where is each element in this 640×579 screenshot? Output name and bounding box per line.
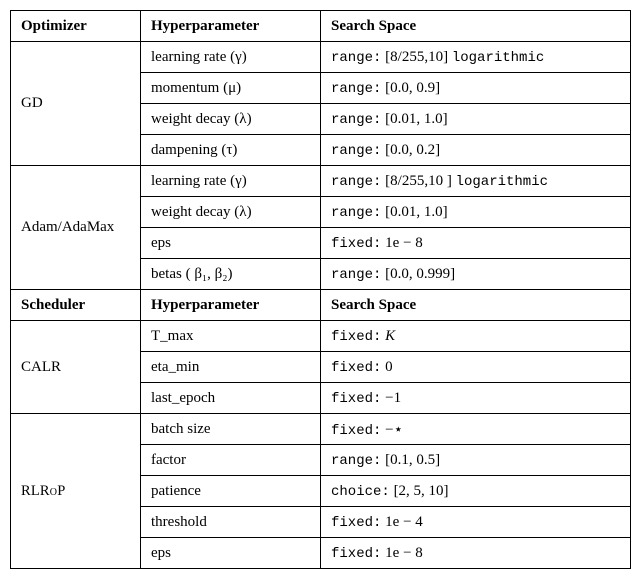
- param-cell: patience: [141, 476, 321, 507]
- header-search-space: Search Space: [321, 290, 631, 321]
- hyperparam-table: Optimizer Hyperparameter Search Space GD…: [10, 10, 631, 569]
- space-cell: fixed: −⋆: [321, 414, 631, 445]
- param-cell: T_max: [141, 321, 321, 352]
- param-cell: eps: [141, 228, 321, 259]
- space-cell: choice: [2, 5, 10]: [321, 476, 631, 507]
- space-cell: fixed: 1e − 8: [321, 538, 631, 569]
- space-cell: fixed: 0: [321, 352, 631, 383]
- space-cell: fixed: 1e − 4: [321, 507, 631, 538]
- param-cell: factor: [141, 445, 321, 476]
- space-cell: range: [0.0, 0.9]: [321, 73, 631, 104]
- table-header-optimizer: Optimizer Hyperparameter Search Space: [11, 11, 631, 42]
- param-cell: batch size: [141, 414, 321, 445]
- param-cell: weight decay (λ): [141, 104, 321, 135]
- param-cell: threshold: [141, 507, 321, 538]
- param-cell: betas ( β₁, β₂): [141, 259, 321, 290]
- space-cell: range: [0.01, 1.0]: [321, 104, 631, 135]
- header-optimizer: Optimizer: [11, 11, 141, 42]
- table-header-scheduler: Scheduler Hyperparameter Search Space: [11, 290, 631, 321]
- param-cell: dampening (τ): [141, 135, 321, 166]
- table-row: GD learning rate (γ) range: [8/255,10] l…: [11, 42, 631, 73]
- scheduler-calr: CALR: [11, 321, 141, 414]
- param-cell: last_epoch: [141, 383, 321, 414]
- header-search-space: Search Space: [321, 11, 631, 42]
- table-row: Adam/AdaMax learning rate (γ) range: [8/…: [11, 166, 631, 197]
- header-hyperparameter: Hyperparameter: [141, 290, 321, 321]
- param-cell: weight decay (λ): [141, 197, 321, 228]
- space-cell: range: [8/255,10] logarithmic: [321, 42, 631, 73]
- table-row: CALR T_max fixed: K: [11, 321, 631, 352]
- space-cell: fixed: −1: [321, 383, 631, 414]
- param-cell: momentum (μ): [141, 73, 321, 104]
- space-cell: range: [0.0, 0.2]: [321, 135, 631, 166]
- param-cell: eta_min: [141, 352, 321, 383]
- header-scheduler: Scheduler: [11, 290, 141, 321]
- space-cell: range: [0.01, 1.0]: [321, 197, 631, 228]
- header-hyperparameter: Hyperparameter: [141, 11, 321, 42]
- space-cell: range: [8/255,10 ] logarithmic: [321, 166, 631, 197]
- optimizer-gd: GD: [11, 42, 141, 166]
- space-cell: range: [0.1, 0.5]: [321, 445, 631, 476]
- space-cell: fixed: K: [321, 321, 631, 352]
- param-cell: learning rate (γ): [141, 166, 321, 197]
- optimizer-adam: Adam/AdaMax: [11, 166, 141, 290]
- space-cell: range: [0.0, 0.999]: [321, 259, 631, 290]
- param-cell: eps: [141, 538, 321, 569]
- space-cell: fixed: 1e − 8: [321, 228, 631, 259]
- scheduler-rlrop: RLRoP: [11, 414, 141, 569]
- table-row: RLRoP batch size fixed: −⋆: [11, 414, 631, 445]
- param-cell: learning rate (γ): [141, 42, 321, 73]
